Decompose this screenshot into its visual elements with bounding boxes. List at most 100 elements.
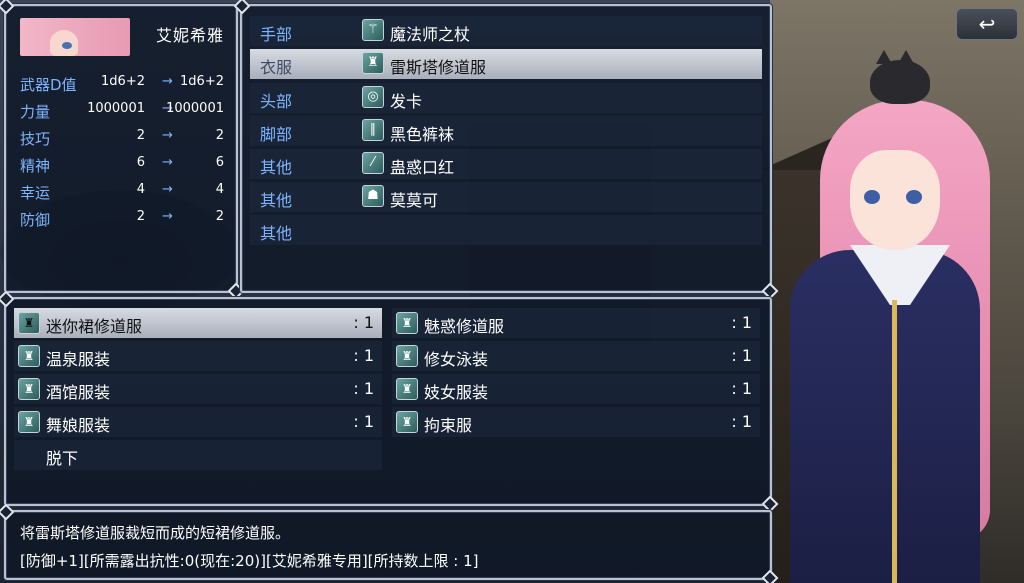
unequip-row[interactable]: 脱下 — [14, 440, 382, 470]
item-row[interactable]: ♜ 温泉服装 : 1 — [14, 341, 382, 371]
slot-label: 手部 — [260, 25, 293, 44]
item-list-window: ♜ 迷你裙修道服 : 1 ♜ 温泉服装 : 1 ♜ 酒馆服装 : 1 ♜ 舞娘服… — [4, 297, 772, 506]
equipped-item: 莫莫可 — [390, 191, 439, 210]
item-name: 脱下 — [46, 449, 79, 468]
item-count: : 1 — [731, 346, 752, 365]
character-sprite — [780, 50, 1024, 583]
robe-icon: ♜ — [396, 378, 418, 400]
arrow-right-icon: → — [162, 209, 173, 224]
item-name: 妓女服装 — [424, 383, 489, 402]
equipment-window: 手部 ⚚ 魔法师之杖 衣服 ♜ 雷斯塔修道服 头部 ◎ 发卡 脚部 ∥ 黑色裤袜… — [240, 4, 772, 293]
equip-slot-other-1[interactable]: 其他 ⁄ 蛊惑口红 — [250, 149, 762, 179]
slot-label: 其他 — [260, 158, 293, 177]
equip-slot-feet[interactable]: 脚部 ∥ 黑色裤袜 — [250, 116, 762, 146]
stat-row-defense: 防御 2 → 2 — [20, 209, 230, 233]
item-name: 舞娘服装 — [46, 416, 111, 435]
item-count: : 1 — [731, 412, 752, 431]
item-name: 酒馆服装 — [46, 383, 111, 402]
robe-icon: ♜ — [18, 411, 40, 433]
item-description: 将雷斯塔修道服裁短而成的短裙修道服。 — [20, 524, 291, 542]
stat-current: 4 — [136, 182, 145, 197]
arrow-right-icon: → — [162, 74, 173, 89]
item-effects: [防御+1][所需露出抗性:0(现在:20)][艾妮希雅专用][所持数上限 : … — [20, 552, 479, 570]
item-name: 魅惑修道服 — [424, 317, 505, 336]
help-window: 将雷斯塔修道服裁短而成的短裙修道服。 [防御+1][所需露出抗性:0(现在:20… — [4, 510, 772, 580]
stat-current: 2 — [136, 128, 145, 143]
stat-label: 武器D值 — [20, 76, 77, 94]
stat-new: 6 — [215, 155, 224, 170]
dress-stripe — [892, 300, 897, 583]
character-portrait — [20, 18, 130, 56]
equipped-item: 蛊惑口红 — [390, 158, 455, 177]
stat-new: 1000001 — [166, 101, 224, 116]
arrow-right-icon: → — [162, 155, 173, 170]
item-count: : 1 — [353, 379, 374, 398]
stat-row-skill: 技巧 2 → 2 — [20, 128, 230, 152]
equip-slot-head[interactable]: 头部 ◎ 发卡 — [250, 83, 762, 113]
robe-icon: ♜ — [18, 378, 40, 400]
robe-icon: ♜ — [18, 312, 40, 334]
slot-label: 脚部 — [260, 125, 293, 144]
stat-row-spirit: 精神 6 → 6 — [20, 155, 230, 179]
arrow-right-icon: → — [162, 182, 173, 197]
arrow-right-icon: → — [162, 128, 173, 143]
stat-current: 1d6+2 — [101, 74, 145, 89]
item-count: : 1 — [731, 379, 752, 398]
equip-slot-other-2[interactable]: 其他 ☗ 莫莫可 — [250, 182, 762, 212]
character-face — [850, 150, 940, 250]
equipped-item: 发卡 — [390, 92, 423, 111]
robe-icon: ♜ — [396, 312, 418, 334]
robe-icon: ♜ — [396, 345, 418, 367]
stat-new: 4 — [215, 182, 224, 197]
item-row[interactable]: ♜ 舞娘服装 : 1 — [14, 407, 382, 437]
stat-label: 技巧 — [20, 130, 51, 148]
robe-icon: ♜ — [396, 411, 418, 433]
slot-label: 头部 — [260, 92, 293, 111]
slot-label: 衣服 — [260, 58, 293, 77]
robe-icon: ♜ — [362, 52, 384, 74]
stat-label: 防御 — [20, 211, 51, 229]
item-name: 修女泳装 — [424, 350, 489, 369]
slot-label: 其他 — [260, 224, 293, 243]
item-row[interactable]: ♜ 魅惑修道服 : 1 — [392, 308, 760, 338]
stat-new: 2 — [215, 128, 224, 143]
slot-label: 其他 — [260, 191, 293, 210]
robe-icon: ♜ — [18, 345, 40, 367]
lipstick-icon: ⁄ — [362, 152, 384, 174]
stat-row-luck: 幸运 4 → 4 — [20, 182, 230, 206]
item-row[interactable]: ♜ 酒馆服装 : 1 — [14, 374, 382, 404]
item-count: : 1 — [353, 346, 374, 365]
item-name: 温泉服装 — [46, 350, 111, 369]
stat-current: 1000001 — [87, 101, 145, 116]
item-row[interactable]: ♜ 妓女服装 : 1 — [392, 374, 760, 404]
item-name: 拘束服 — [424, 416, 473, 435]
stat-label: 力量 — [20, 103, 51, 121]
stat-current: 6 — [136, 155, 145, 170]
stockings-icon: ∥ — [362, 119, 384, 141]
back-button[interactable]: ↩ — [956, 8, 1018, 40]
stat-row-strength: 力量 1000001 → 1000001 — [20, 101, 230, 125]
stat-label: 幸运 — [20, 184, 51, 202]
item-row[interactable]: ♜ 修女泳装 : 1 — [392, 341, 760, 371]
equipped-item: 雷斯塔修道服 — [390, 58, 487, 77]
equip-slot-clothes[interactable]: 衣服 ♜ 雷斯塔修道服 — [250, 49, 762, 79]
stat-new: 1d6+2 — [180, 74, 224, 89]
item-count: : 1 — [353, 412, 374, 431]
item-row[interactable]: ♜ 迷你裙修道服 : 1 — [14, 308, 382, 338]
equip-slot-other-3[interactable]: 其他 — [250, 215, 762, 245]
character-name: 艾妮希雅 — [155, 26, 224, 45]
equipped-item: 黑色裤袜 — [390, 125, 455, 144]
stat-current: 2 — [136, 209, 145, 224]
stat-new: 2 — [215, 209, 224, 224]
cat-icon: ☗ — [362, 185, 384, 207]
item-count: : 1 — [353, 313, 374, 332]
character-dress — [790, 250, 980, 583]
hairclip-icon: ◎ — [362, 86, 384, 108]
item-row[interactable]: ♜ 拘束服 : 1 — [392, 407, 760, 437]
cat-on-head — [870, 50, 930, 104]
equip-slot-hand[interactable]: 手部 ⚚ 魔法师之杖 — [250, 16, 762, 46]
equipped-item: 魔法师之杖 — [390, 25, 471, 44]
item-count: : 1 — [731, 313, 752, 332]
status-window: 艾妮希雅 武器D值 1d6+2 → 1d6+2 力量 1000001 → 100… — [4, 4, 238, 293]
stat-label: 精神 — [20, 157, 51, 175]
